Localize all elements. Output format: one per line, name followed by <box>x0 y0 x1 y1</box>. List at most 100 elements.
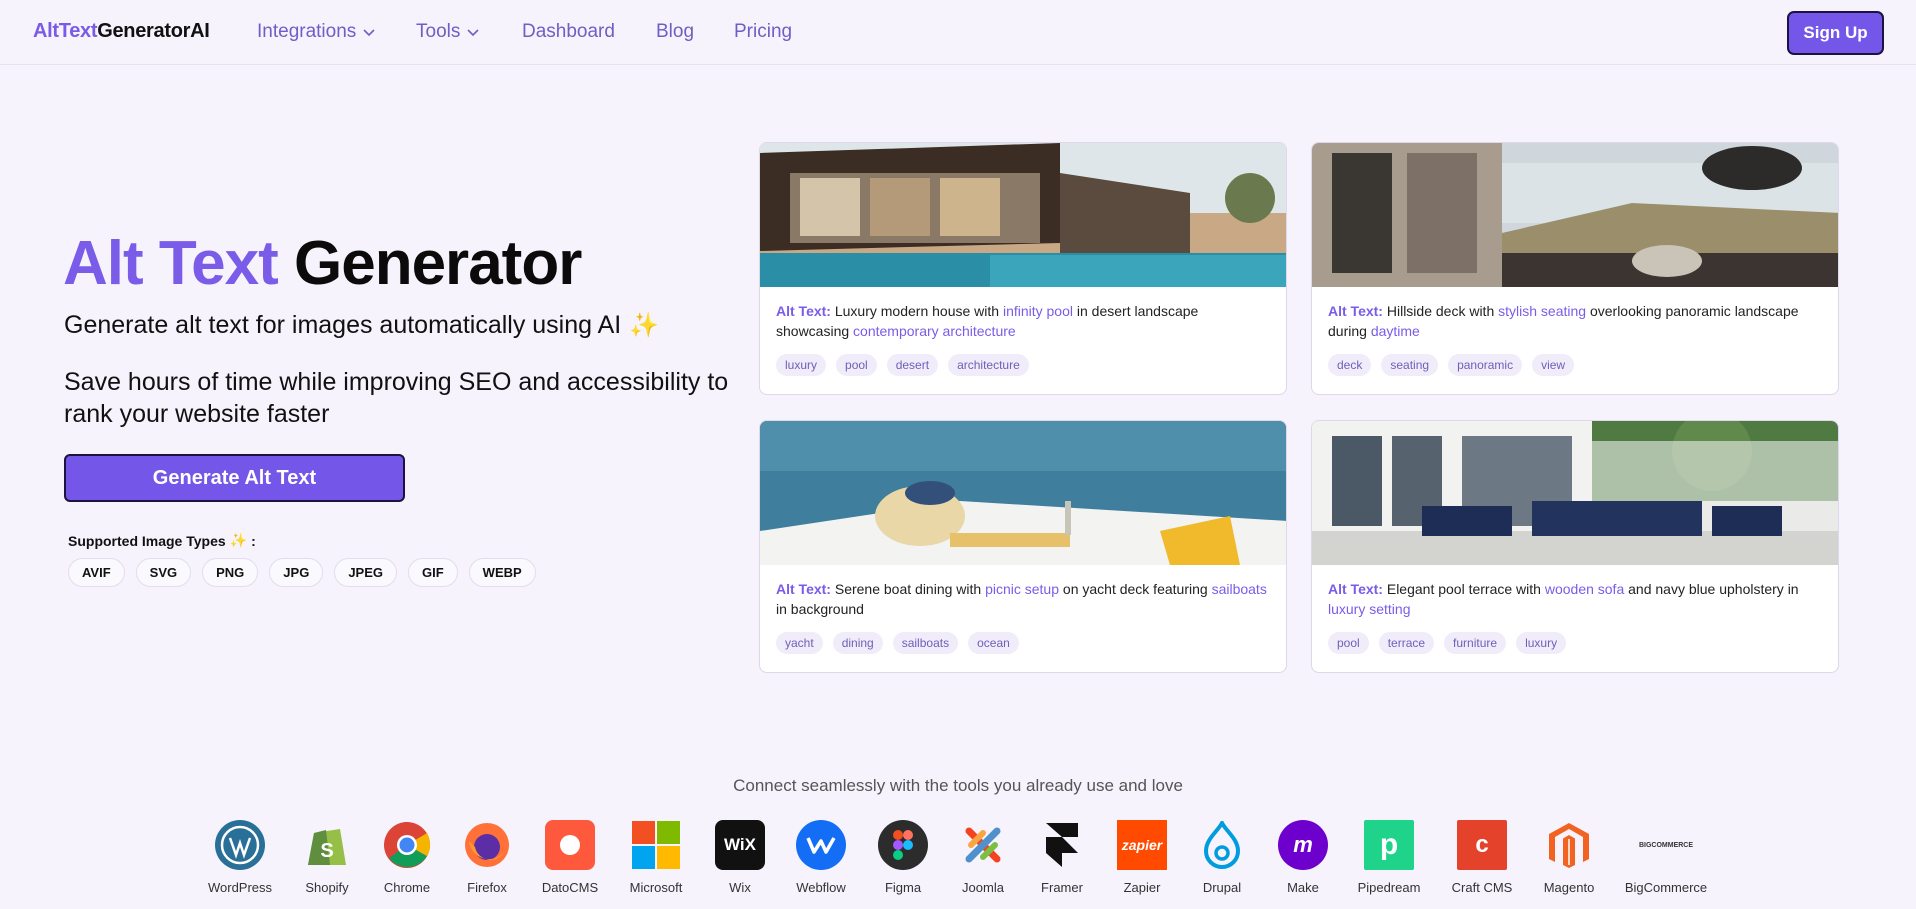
integration-bigcommerce[interactable]: BIGCOMMERCE BigCommerce <box>1621 820 1711 896</box>
nav-tools[interactable]: Tools <box>416 21 480 43</box>
svg-text:S: S <box>320 840 333 862</box>
tag: dining <box>832 632 883 654</box>
tag: architecture <box>948 354 1029 376</box>
integration-craft-cms[interactable]: c Craft CMS <box>1437 820 1527 895</box>
tag: panoramic <box>1448 354 1523 376</box>
nav-pricing[interactable]: Pricing <box>734 21 792 43</box>
tag: terrace <box>1378 632 1435 654</box>
alt-text-label: Alt Text: <box>1328 303 1383 319</box>
chevron-down-icon <box>363 29 375 37</box>
drupal-icon <box>1197 820 1247 870</box>
wordpress-icon <box>215 820 265 870</box>
alt-text-label: Alt Text: <box>1328 581 1383 597</box>
tag-list: yacht dining sailboats ocean <box>776 632 1019 654</box>
integration-logo-list: WordPress S Shopify Chrome Firefox DatoC… <box>200 820 1720 900</box>
title-highlight: Alt Text <box>63 229 279 298</box>
example-image-pool-terrace <box>1312 421 1838 565</box>
alt-text-description: Alt Text: Serene boat dining with picnic… <box>776 581 1267 617</box>
wix-icon: WiX <box>715 820 765 870</box>
type-chip: JPEG <box>334 558 397 587</box>
zapier-icon: zapier <box>1117 820 1167 870</box>
chrome-icon <box>382 820 432 870</box>
hero-subtitle-text: Generate alt text for images automatical… <box>64 311 622 339</box>
tag: luxury <box>1516 632 1567 654</box>
nav-dashboard[interactable]: Dashboard <box>522 21 615 43</box>
integration-make[interactable]: m Make <box>1258 820 1348 895</box>
nav-integrations[interactable]: Integrations <box>257 21 376 43</box>
shopify-icon: S <box>302 820 352 870</box>
chevron-down-icon <box>467 29 479 37</box>
tag: deck <box>1328 354 1372 376</box>
webflow-icon <box>796 820 846 870</box>
integration-chrome[interactable]: Chrome <box>362 820 452 895</box>
microsoft-icon <box>631 820 681 870</box>
integration-zapier[interactable]: zapier Zapier <box>1097 820 1187 895</box>
alt-text-description: Alt Text: Hillside deck with stylish sea… <box>1328 303 1799 339</box>
firefox-icon <box>462 820 512 870</box>
tag: seating <box>1381 354 1439 376</box>
alt-text-label: Alt Text: <box>776 303 831 319</box>
alt-text-description: Alt Text: Luxury modern house with infin… <box>776 303 1199 339</box>
example-card: Alt Text: Elegant pool terrace with wood… <box>1311 420 1839 673</box>
tag: sailboats <box>892 632 959 654</box>
alt-text-description: Alt Text: Elegant pool terrace with wood… <box>1328 581 1799 617</box>
brand-part-1: AltText <box>33 20 98 42</box>
integration-magento[interactable]: Magento <box>1524 820 1614 895</box>
sparkle-icon: ✨ <box>629 312 660 339</box>
type-chip: JPG <box>269 558 324 587</box>
generate-alt-text-button[interactable]: Generate Alt Text <box>64 454 405 502</box>
supported-types-label: Supported Image Types ✨: <box>68 532 256 549</box>
integration-wix[interactable]: WiX Wix <box>695 820 785 895</box>
tag: pool <box>1328 632 1369 654</box>
tag-list: luxury pool desert architecture <box>776 354 1029 376</box>
integration-microsoft[interactable]: Microsoft <box>611 820 701 895</box>
hero-description: Save hours of time while improving SEO a… <box>64 368 729 428</box>
brand-logo[interactable]: AltTextGeneratorAI <box>33 20 210 43</box>
top-nav: AltTextGeneratorAI Integrations Tools Da… <box>0 0 1916 65</box>
integration-drupal[interactable]: Drupal <box>1177 820 1267 895</box>
integration-firefox[interactable]: Firefox <box>442 820 532 895</box>
type-chip: SVG <box>135 558 192 587</box>
nav-tools-label: Tools <box>416 21 461 42</box>
tag: pool <box>836 354 877 376</box>
pipedream-icon: p <box>1364 820 1414 870</box>
tag: desert <box>886 354 939 376</box>
make-icon: m <box>1278 820 1328 870</box>
nav-integrations-label: Integrations <box>257 21 357 42</box>
type-chip: WEBP <box>468 558 536 587</box>
integration-figma[interactable]: Figma <box>858 820 948 895</box>
sparkle-icon: ✨ <box>229 532 248 548</box>
integration-joomla[interactable]: Joomla <box>938 820 1028 895</box>
integration-framer[interactable]: Framer <box>1017 820 1107 895</box>
craft-cms-icon: c <box>1457 820 1507 870</box>
example-card: Alt Text: Hillside deck with stylish sea… <box>1311 142 1839 395</box>
tag: luxury <box>776 354 827 376</box>
image-type-list: AVIF SVG PNG JPG JPEG GIF WEBP <box>68 558 536 587</box>
alt-text-label: Alt Text: <box>776 581 831 597</box>
integration-datocms[interactable]: DatoCMS <box>525 820 615 895</box>
type-chip: AVIF <box>68 558 125 587</box>
tag: furniture <box>1444 632 1507 654</box>
tag: ocean <box>968 632 1019 654</box>
type-chip: PNG <box>202 558 259 587</box>
datocms-icon <box>545 820 595 870</box>
example-card: Alt Text: Serene boat dining with picnic… <box>759 420 1287 673</box>
type-chip: GIF <box>408 558 458 587</box>
integration-wordpress[interactable]: WordPress <box>195 820 285 895</box>
tag: yacht <box>776 632 823 654</box>
example-image-hillside-deck <box>1312 143 1838 287</box>
example-image-boat-dining <box>760 421 1286 565</box>
nav-blog[interactable]: Blog <box>656 21 694 43</box>
sign-up-button[interactable]: Sign Up <box>1787 11 1884 55</box>
integration-shopify[interactable]: S Shopify <box>282 820 372 895</box>
integration-webflow[interactable]: Webflow <box>776 820 866 895</box>
title-rest: Generator <box>294 229 582 298</box>
hero-subtitle: Generate alt text for images automatical… <box>64 311 659 340</box>
tag: view <box>1532 354 1575 376</box>
brand-part-2: GeneratorAI <box>97 20 210 42</box>
example-card: Alt Text: Luxury modern house with infin… <box>759 142 1287 395</box>
tag-list: pool terrace furniture luxury <box>1328 632 1567 654</box>
figma-icon <box>878 820 928 870</box>
framer-icon <box>1037 820 1087 870</box>
integration-pipedream[interactable]: p Pipedream <box>1344 820 1434 895</box>
